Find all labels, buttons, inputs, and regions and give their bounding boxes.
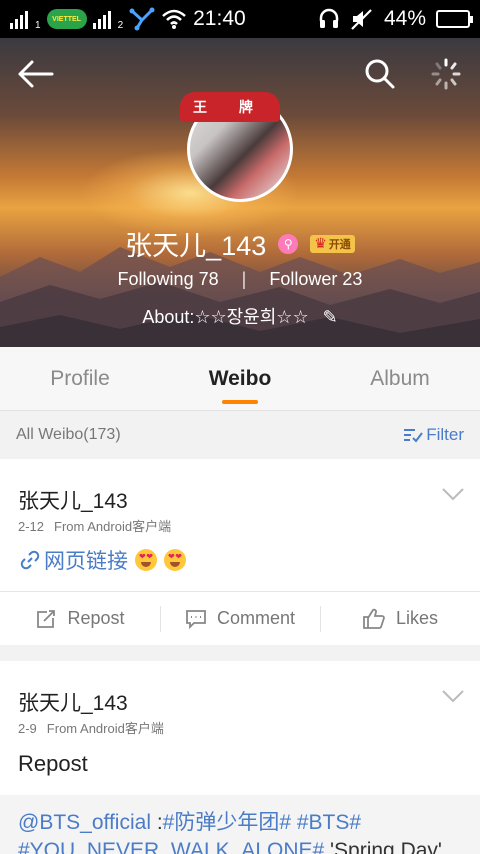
hashtag-link[interactable]: #YOU_NEVER_WALK_ALONE# [18,839,324,854]
profile-username: 张天儿_143 [125,231,267,261]
vip-badge[interactable]: ♛ 开通 [310,234,355,253]
repost-label: Repost [67,608,125,628]
comment-label: Comment [216,608,296,628]
profile-tabs: Profile Weibo Album [0,347,480,411]
tab-album[interactable]: Album [320,347,480,410]
thumbs-up-icon [363,608,385,629]
post-date: 2-9 [18,721,37,736]
post-date: 2-12 [18,519,45,534]
search-badge-icon[interactable]: ⚲ [278,233,299,254]
filter-bar: All Weibo(173) Filter [0,412,480,458]
link-icon [20,550,40,570]
signal-icon-2 [92,9,111,29]
sim2-label: 2 [117,20,124,31]
post-body: Repost [18,751,88,776]
signal-icon [10,9,28,29]
post-username[interactable]: 张天儿_143 [18,485,128,515]
headset-icon [319,8,339,28]
following-label: Following [117,269,194,289]
hashtag-link[interactable]: #防弹少年团# [163,811,291,834]
following-count: 78 [198,269,219,289]
like-button[interactable]: Likes [320,592,480,645]
clock: 21:40 [193,7,246,30]
search-icon[interactable] [360,56,400,92]
tab-weibo[interactable]: Weibo [160,347,320,410]
pencil-icon[interactable]: ✎ [323,307,338,327]
about-text: About:☆☆장윤희☆☆ [142,307,309,327]
chevron-down-icon[interactable] [442,689,464,703]
web-link[interactable]: 网页链接 [20,545,186,575]
profile-name-row: 张天儿_143 ⚲ ♛ 开通 [0,224,480,263]
reposted-content[interactable]: @BTS_official :#防弹少年团# #BTS# #YOU_NEVER_… [0,795,480,854]
post-source: From Android客户端 [54,519,172,534]
back-arrow-icon[interactable] [16,56,56,92]
weibo-post[interactable]: 张天儿_143 2-9 From Android客户端 Repost @BTS_o… [0,661,480,854]
filter-icon [404,429,424,443]
follower-link[interactable]: Follower 23 [269,269,362,289]
post-actions: Repost Comment Likes [0,591,480,645]
battery-icon [436,10,473,28]
filter-button[interactable]: Filter [403,425,464,445]
sim1-label: 1 [35,20,41,31]
hashtag-link[interactable]: #BTS# [297,811,361,834]
weibo-count: All Weibo(173) [16,426,121,443]
following-link[interactable]: Following 78 [118,269,219,289]
profile-header: 王 牌 张天儿_143 ⚲ ♛ 开通 Following 78 | Followe… [0,38,480,347]
heart-eyes-emoji-icon [164,549,186,571]
filter-label: Filter [426,425,464,444]
vip-label: 开通 [328,238,351,251]
follower-count: 23 [342,269,363,289]
repost-button[interactable]: Repost [0,592,160,645]
likes-label: Likes [395,608,439,628]
comment-icon [186,609,206,629]
chevron-down-icon[interactable] [442,487,464,501]
repost-icon [37,609,56,628]
comment-button[interactable]: Comment [160,592,320,645]
about-row[interactable]: About:☆☆장윤희☆☆ ✎ [0,303,480,329]
carrier-logo: VIETTEL [46,9,87,29]
divider: | [241,269,247,289]
post-meta: 2-9 From Android客户端 [18,718,164,737]
mention-link[interactable]: @BTS_official [18,811,151,834]
post-username[interactable]: 张天儿_143 [18,687,128,717]
post-meta: 2-12 From Android客户端 [18,516,171,535]
loading-spinner-icon [431,58,461,90]
quote-text: 'Spring Day' [324,839,442,854]
tab-profile[interactable]: Profile [0,347,160,410]
heart-eyes-emoji-icon [135,549,157,571]
wifi-icon [162,9,186,29]
share-network-icon [129,7,155,31]
avatar-banner: 王 牌 [180,92,280,122]
post-source: From Android客户端 [46,721,164,736]
status-bar: 1 VIETTEL 2 21:40 44% [0,0,480,38]
crown-icon: ♛ [314,235,327,251]
link-text: 网页链接 [44,550,128,573]
mute-icon [351,9,372,30]
follow-stats: Following 78 | Follower 23 [0,269,480,290]
follower-label: Follower [269,269,338,289]
battery-percent: 44% [383,7,426,30]
quote-text: : [150,811,163,834]
weibo-post[interactable]: 张天儿_143 2-12 From Android客户端 网页链接 Repost … [0,459,480,645]
